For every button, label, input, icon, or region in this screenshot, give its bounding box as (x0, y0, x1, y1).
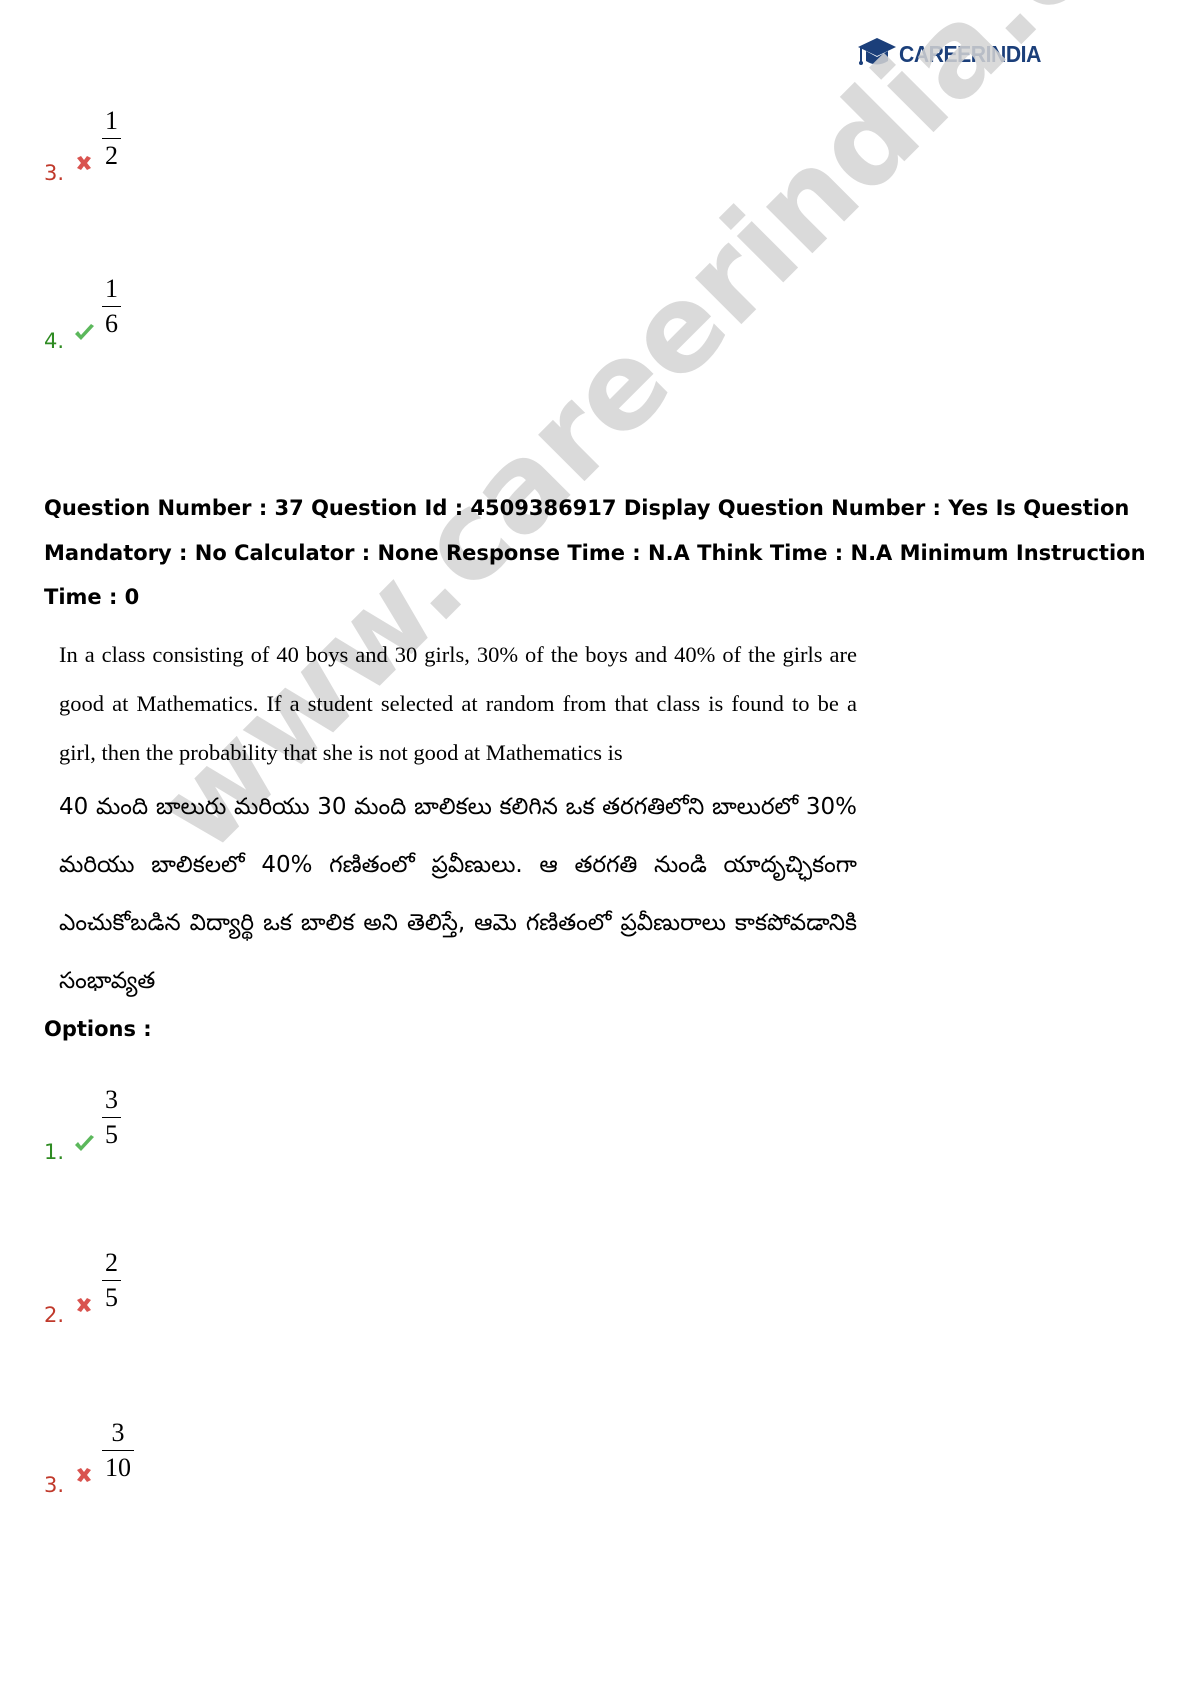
numerator: 3 (105, 1085, 118, 1114)
option-3: 3. 3 10 (44, 1416, 134, 1497)
numerator: 1 (105, 106, 118, 135)
option-number: 1. (44, 1140, 65, 1164)
question-header: Question Number : 37 Question Id : 45093… (44, 496, 1146, 609)
cross-icon (77, 1298, 91, 1312)
cross-icon (77, 1468, 91, 1482)
options-label: Options : (44, 1017, 152, 1041)
checkmark-icon (75, 324, 94, 340)
option-number: 3. (44, 161, 65, 185)
fraction: 2 5 (102, 1246, 121, 1315)
graduation-cap-icon (858, 38, 896, 65)
fraction: 1 2 (102, 104, 121, 173)
prev-option-3: 3. 1 2 (44, 104, 121, 185)
checkmark-icon (75, 1135, 94, 1151)
denominator: 10 (102, 1450, 134, 1485)
denominator: 5 (102, 1117, 121, 1152)
prev-option-4: 4. 1 6 (44, 272, 121, 353)
option-1: 1. 3 5 (44, 1083, 121, 1164)
fraction: 1 6 (102, 272, 121, 341)
cross-icon (77, 156, 91, 170)
question-text-english: In a class consisting of 40 boys and 30 … (59, 642, 857, 765)
fraction: 3 10 (102, 1416, 134, 1485)
option-number: 3. (44, 1473, 65, 1497)
numerator: 1 (105, 274, 118, 303)
question-text-telugu: 40 మంది బాలురు మరియు 30 మంది బాలికలు కలి… (59, 794, 857, 994)
denominator: 2 (102, 138, 121, 173)
logo-wordmark: CAREERINDIA (899, 41, 1041, 68)
numerator: 3 (111, 1418, 125, 1447)
option-number: 2. (44, 1303, 65, 1327)
option-2: 2. 2 5 (44, 1246, 121, 1327)
denominator: 5 (102, 1280, 121, 1315)
logo-india: INDIA (985, 40, 1042, 67)
fraction: 3 5 (102, 1083, 121, 1152)
logo-career: CAREER (899, 40, 986, 67)
careerindia-logo: CAREERINDIA (857, 34, 1053, 74)
numerator: 2 (105, 1248, 118, 1277)
option-number: 4. (44, 329, 65, 353)
denominator: 6 (102, 306, 121, 341)
